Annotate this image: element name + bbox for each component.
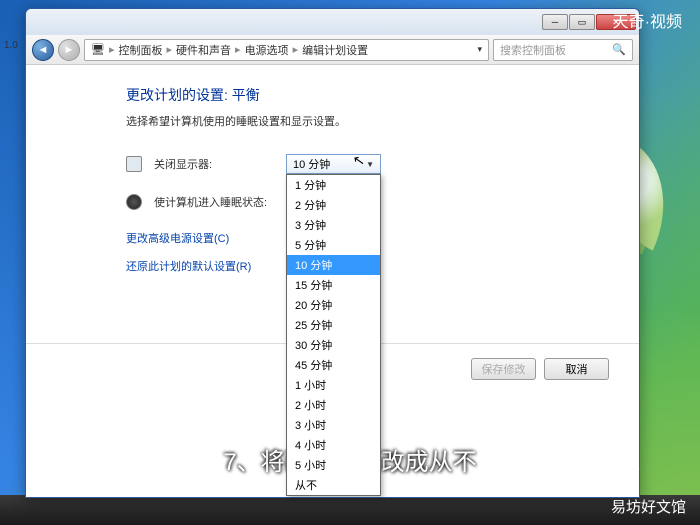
save-button: 保存修改 [471,358,536,380]
forward-button[interactable]: ► [58,39,80,61]
search-input[interactable]: 搜索控制面板 🔍 [493,39,633,61]
breadcrumb-item[interactable]: 编辑计划设置 [302,42,368,58]
toolbar: ◄ ► 🖥 ▸ 控制面板 ▸ 硬件和声音 ▸ 电源选项 ▸ 编辑计划设置 ▾ 搜… [26,35,639,65]
dropdown-option[interactable]: 3 小时 [287,415,380,435]
display-label: 关闭显示器: [154,156,274,172]
titlebar: ─ ▭ ✕ [26,9,639,35]
chevron-down-icon: ▼ [366,160,374,169]
dropdown-option[interactable]: 1 小时 [287,375,380,395]
dropdown-option[interactable]: 15 分钟 [287,275,380,295]
display-timeout-row: 关闭显示器: 10 分钟 ▼ 1 分钟2 分钟3 分钟5 分钟10 分钟15 分… [126,154,604,174]
dropdown-option[interactable]: 5 分钟 [287,235,380,255]
search-placeholder: 搜索控制面板 [500,42,566,58]
moon-icon [126,194,142,210]
breadcrumb-item[interactable]: 硬件和声音 [176,42,231,58]
dropdown-option[interactable]: 4 小时 [287,435,380,455]
search-icon: 🔍 [612,43,626,56]
breadcrumb-icon: 🖥 [91,43,105,56]
version-text: 1.0 [4,40,18,51]
dropdown-option[interactable]: 20 分钟 [287,295,380,315]
chevron-right-icon: ▸ [109,43,115,56]
page-title: 更改计划的设置: 平衡 [126,85,604,105]
chevron-right-icon: ▸ [293,43,299,56]
breadcrumb[interactable]: 🖥 ▸ 控制面板 ▸ 硬件和声音 ▸ 电源选项 ▸ 编辑计划设置 ▾ [84,39,489,61]
dropdown-arrow-icon[interactable]: ▾ [477,44,482,55]
dropdown-option[interactable]: 25 分钟 [287,315,380,335]
chevron-right-icon: ▸ [167,43,173,56]
display-timeout-combo[interactable]: 10 分钟 ▼ 1 分钟2 分钟3 分钟5 分钟10 分钟15 分钟20 分钟2… [286,154,381,174]
watermark-life: 天天奇生活 [563,460,640,480]
page-subtitle: 选择希望计算机使用的睡眠设置和显示设置。 [126,113,604,129]
dropdown-option[interactable]: 10 分钟 [287,255,380,275]
chevron-right-icon: ▸ [235,43,241,56]
watermark-yifang: 易坊好文馆 [611,496,686,517]
back-button[interactable]: ◄ [32,39,54,61]
dropdown-option[interactable]: 2 小时 [287,395,380,415]
dropdown-option[interactable]: 45 分钟 [287,355,380,375]
monitor-icon [126,156,142,172]
dropdown-option[interactable]: 2 分钟 [287,195,380,215]
minimize-button[interactable]: ─ [542,14,568,30]
watermark-tianqi: 天奇·视频 [613,8,682,32]
dropdown-option[interactable]: 从不 [287,475,380,495]
maximize-button[interactable]: ▭ [569,14,595,30]
dropdown-option[interactable]: 3 分钟 [287,215,380,235]
dropdown-option[interactable]: 5 小时 [287,455,380,475]
sleep-label: 使计算机进入睡眠状态: [154,194,274,210]
combo-value: 10 分钟 [293,156,330,172]
cancel-button[interactable]: 取消 [544,358,609,380]
timeout-dropdown: 1 分钟2 分钟3 分钟5 分钟10 分钟15 分钟20 分钟25 分钟30 分… [286,174,381,496]
breadcrumb-item[interactable]: 控制面板 [119,42,163,58]
control-panel-window: ─ ▭ ✕ ◄ ► 🖥 ▸ 控制面板 ▸ 硬件和声音 ▸ 电源选项 ▸ 编辑计划… [25,8,640,498]
dropdown-option[interactable]: 30 分钟 [287,335,380,355]
breadcrumb-item[interactable]: 电源选项 [245,42,289,58]
dropdown-option[interactable]: 1 分钟 [287,175,380,195]
